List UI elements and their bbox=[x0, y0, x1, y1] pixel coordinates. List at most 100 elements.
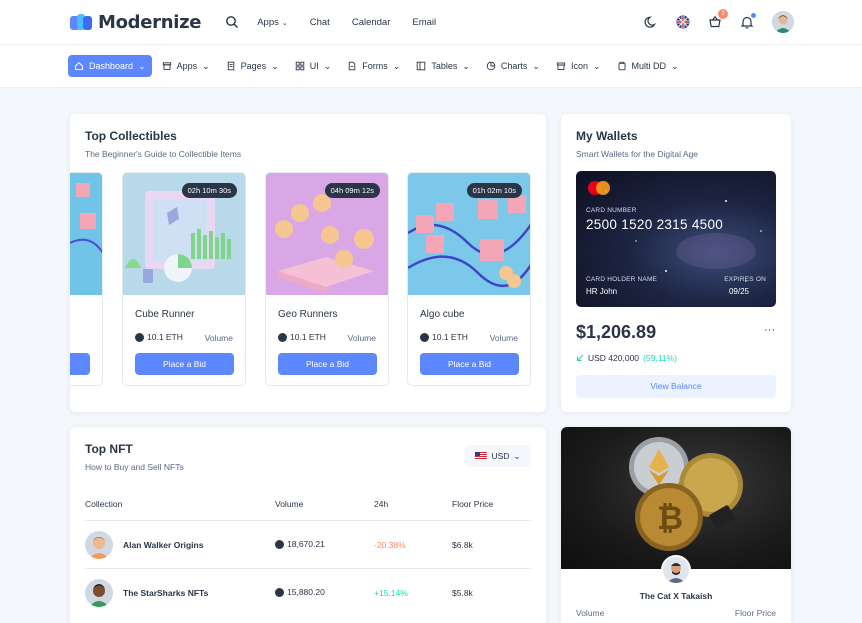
menu-forms-label: Forms bbox=[362, 61, 388, 71]
menu-pages-label: Pages bbox=[240, 61, 267, 71]
brand-logo[interactable]: Modernize bbox=[70, 11, 202, 33]
user-avatar-image bbox=[772, 11, 794, 33]
place-bid-button[interactable]: Place a Bid bbox=[135, 353, 234, 375]
volume-label: Volume bbox=[204, 333, 233, 343]
menu-multi-dd[interactable]: Multi DD ⌄ bbox=[611, 55, 685, 77]
chevron-down-icon: ⌄ bbox=[138, 60, 146, 71]
card-subtitle: The Beginner's Guide to Collectible Item… bbox=[85, 149, 242, 159]
collection-avatar bbox=[85, 531, 113, 559]
collectible-price: 10.1 ETH bbox=[420, 332, 468, 342]
table-row[interactable]: Alan Walker Origins 18,670.21 -20.38% $6… bbox=[85, 520, 531, 568]
collectible-price-value: 10.1 ETH bbox=[147, 332, 183, 342]
volume-label: Volume bbox=[347, 333, 376, 343]
place-bid-button[interactable]: Place a Bid bbox=[420, 353, 519, 375]
column-header-volume: Volume bbox=[275, 499, 304, 509]
nft-name: The Cat X Takaish bbox=[639, 591, 713, 601]
collectible-image: 02h 10m 30s bbox=[123, 173, 245, 295]
menu-icon-label: Icon bbox=[570, 61, 588, 71]
currency-value: USD bbox=[491, 451, 510, 461]
clipboard-icon bbox=[618, 61, 625, 71]
crypto-coins-image: ₿ bbox=[561, 427, 791, 569]
countdown-timer: 02h 10m 30s bbox=[181, 183, 237, 198]
moon-icon[interactable] bbox=[644, 15, 658, 29]
collectible-card-partial[interactable]: e bbox=[70, 172, 103, 386]
collectible-name: Cube Runner bbox=[135, 309, 195, 320]
collectible-image: 04h 09m 12s bbox=[266, 173, 388, 295]
wallet-balance: $1,206.89 bbox=[576, 322, 657, 342]
menu-tables[interactable]: Tables ⌄ bbox=[410, 55, 476, 77]
search-icon[interactable] bbox=[225, 15, 239, 29]
menu-apps[interactable]: Apps ⌄ bbox=[156, 55, 216, 77]
collectible-price: 10.1 ETH bbox=[135, 332, 183, 342]
collection-name: The StarSharks NFTs bbox=[123, 588, 209, 598]
card-holder: HR John bbox=[586, 287, 618, 296]
top-nav-chat[interactable]: Chat bbox=[310, 17, 330, 28]
collectible-name: Algo cube bbox=[420, 309, 465, 320]
top-nav-apps[interactable]: Apps ⌄ bbox=[257, 17, 288, 28]
top-nav-calendar[interactable]: Calendar bbox=[352, 17, 391, 28]
collection-floor-price: $6.8k bbox=[452, 540, 473, 550]
top-nav-email[interactable]: Email bbox=[412, 17, 436, 28]
currency-select[interactable]: USD ⌄ bbox=[465, 445, 531, 467]
creator-avatar[interactable] bbox=[661, 555, 691, 585]
chevron-down-icon: ⌄ bbox=[271, 60, 279, 71]
pie-chart-icon bbox=[486, 61, 496, 71]
eth-icon bbox=[275, 587, 284, 597]
collectible-card[interactable]: 04h 09m 12s Geo Runners 10.1 ETH Volume … bbox=[265, 172, 389, 386]
collection-change: +15.14% bbox=[374, 588, 408, 598]
uk-flag-icon[interactable] bbox=[676, 15, 690, 29]
svg-text:₿: ₿ bbox=[657, 499, 683, 537]
box-icon bbox=[556, 62, 566, 70]
countdown-timer: 01h 02m 10s bbox=[466, 183, 522, 198]
chevron-down-icon: ⌄ bbox=[392, 60, 401, 71]
more-options-icon[interactable]: ··· bbox=[764, 324, 775, 336]
card-subtitle: How to Buy and Sell NFTs bbox=[85, 462, 184, 472]
eth-icon bbox=[420, 332, 429, 342]
chevron-down-icon: ⌄ bbox=[323, 60, 332, 71]
place-bid-button[interactable]: Place a Bid bbox=[278, 353, 377, 375]
menu-icon[interactable]: Icon ⌄ bbox=[550, 55, 607, 77]
top-collectibles-card: Top Collectibles The Beginner's Guide to… bbox=[70, 114, 546, 412]
view-balance-button[interactable]: View Balance bbox=[576, 375, 776, 398]
collection-name: Alan Walker Origins bbox=[123, 540, 204, 550]
chevron-down-icon: ⌄ bbox=[532, 60, 540, 71]
horizontal-menu: Dashboard ⌄ Apps ⌄ Pages ⌄ UI ⌄ Forms ⌄ … bbox=[0, 44, 862, 88]
volume-label: Volume bbox=[489, 333, 518, 343]
menu-pages[interactable]: Pages ⌄ bbox=[220, 55, 285, 77]
eth-icon bbox=[278, 332, 287, 342]
collection-volume: 18,670.21 bbox=[275, 539, 325, 549]
notification-button[interactable] bbox=[740, 13, 756, 29]
grid-icon bbox=[295, 61, 304, 71]
menu-dashboard-label: Dashboard bbox=[89, 61, 134, 71]
notification-dot bbox=[751, 13, 756, 18]
collectible-card[interactable]: 02h 10m 30s Cube Runner 10.1 ETH Volume … bbox=[122, 172, 246, 386]
my-wallets-card: My Wallets Smart Wallets for the Digital… bbox=[561, 114, 791, 412]
collectible-card[interactable]: 01h 02m 10s Algo cube 10.1 ETH Volume Pl… bbox=[407, 172, 531, 386]
collection-volume: 15,880.20 bbox=[275, 587, 325, 597]
menu-charts[interactable]: Charts ⌄ bbox=[480, 55, 546, 77]
card-number-label: CARD NUMBER bbox=[586, 207, 637, 214]
brand-name: Modernize bbox=[98, 11, 202, 33]
collection-avatar bbox=[85, 579, 113, 607]
top-header: Modernize Apps ⌄ Chat Calendar Email 2 bbox=[0, 0, 862, 44]
mastercard-icon bbox=[588, 181, 610, 195]
credit-card[interactable]: CARD NUMBER 2500 1520 2315 4500 CARD HOL… bbox=[576, 171, 776, 307]
top-nav: Apps ⌄ Chat Calendar Email bbox=[257, 17, 458, 28]
usd-percentage: (59,11%) bbox=[643, 353, 677, 363]
menu-forms[interactable]: Forms ⌄ bbox=[341, 55, 406, 77]
menu-dashboard[interactable]: Dashboard ⌄ bbox=[68, 55, 152, 77]
card-title: Top Collectibles bbox=[85, 129, 177, 143]
table-row[interactable]: The StarSharks NFTs 15,880.20 +15.14% $5… bbox=[85, 568, 531, 616]
collectible-image bbox=[70, 173, 102, 295]
us-flag-icon bbox=[475, 452, 488, 460]
usd-value: USD 420,000 bbox=[588, 353, 640, 363]
layout-icon bbox=[417, 61, 426, 71]
arrow-down-left-icon bbox=[577, 354, 584, 361]
chevron-down-icon: ⌄ bbox=[513, 450, 521, 461]
user-avatar[interactable] bbox=[772, 11, 794, 33]
place-bid-button[interactable] bbox=[70, 353, 90, 375]
cart-button[interactable]: 2 bbox=[708, 9, 728, 29]
chevron-down-icon: ⌄ bbox=[281, 19, 288, 27]
card-holder-label: CARD HOLDER NAME bbox=[586, 276, 658, 283]
menu-ui[interactable]: UI ⌄ bbox=[289, 55, 338, 77]
